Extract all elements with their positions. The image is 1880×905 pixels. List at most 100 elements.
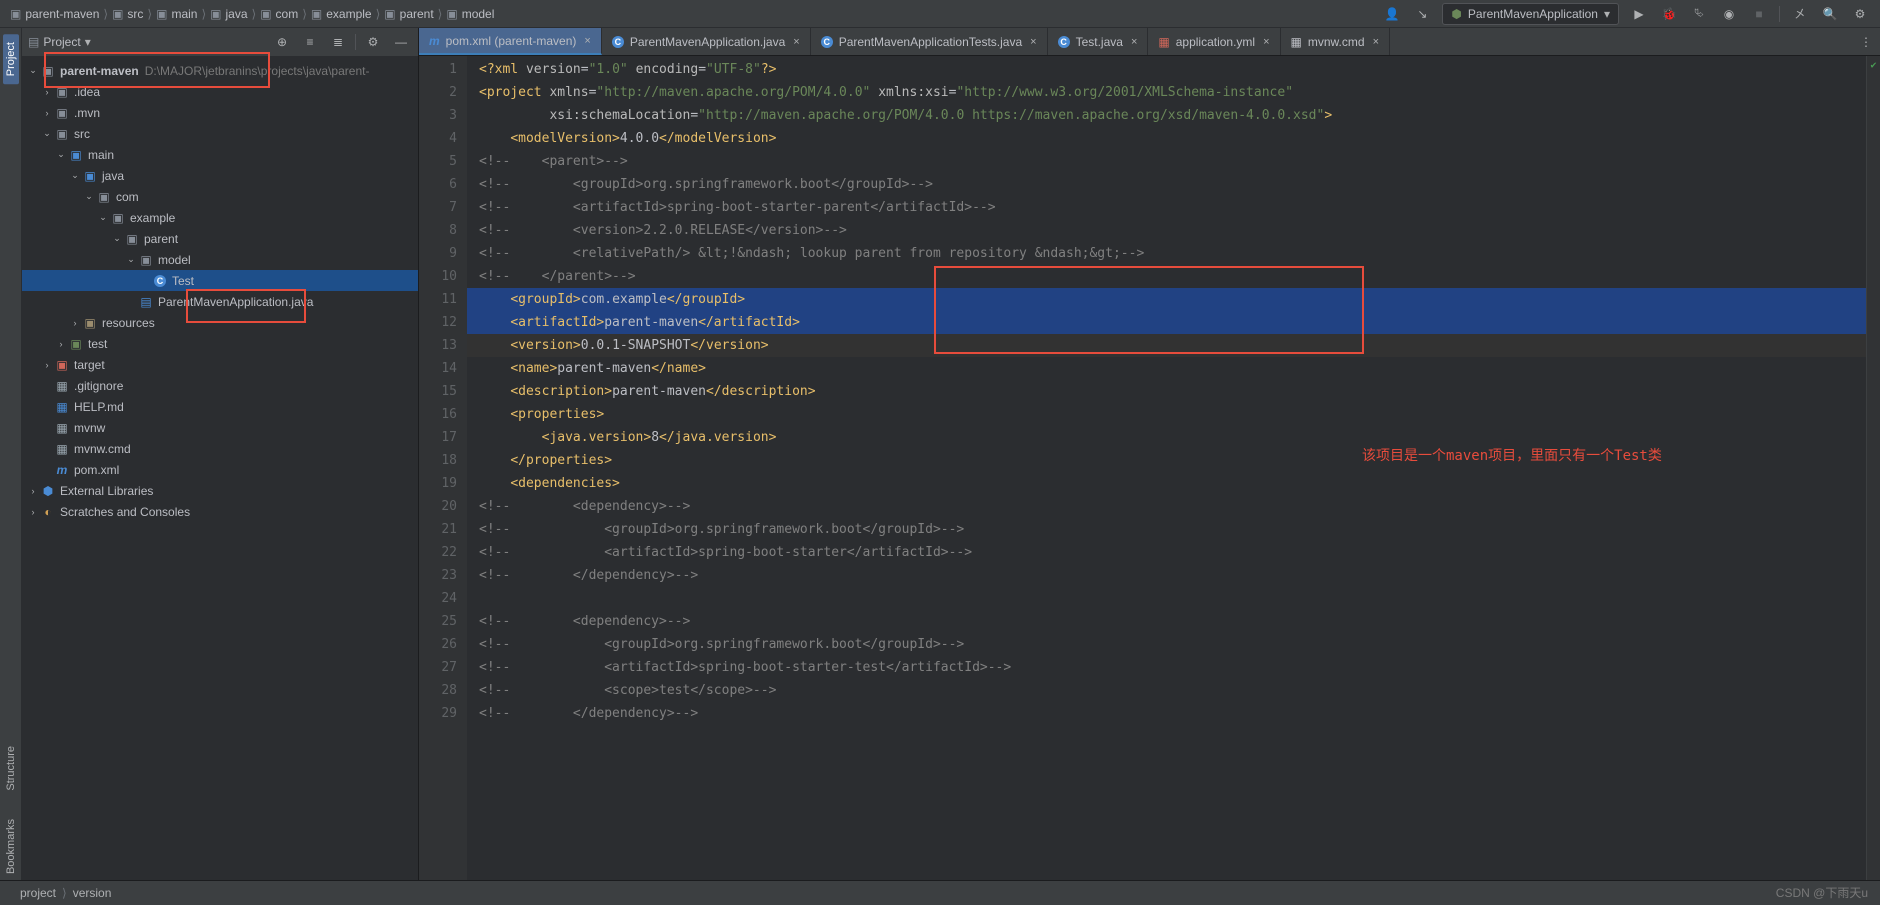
tree-node[interactable]: ▦HELP.md — [22, 396, 418, 417]
code-line[interactable]: <!-- <artifactId>spring-boot-starter</ar… — [467, 541, 1866, 564]
editor-tab[interactable]: mpom.xml (parent-maven)× — [419, 28, 602, 55]
editor-tabs: mpom.xml (parent-maven)×CParentMavenAppl… — [419, 28, 1880, 56]
editor-area: mpom.xml (parent-maven)×CParentMavenAppl… — [419, 28, 1880, 880]
tree-node[interactable]: mpom.xml — [22, 459, 418, 480]
tree-node[interactable]: ⌄▣src — [22, 123, 418, 144]
tree-node[interactable]: ›▣test — [22, 333, 418, 354]
breadcrumb-item[interactable]: ▣ example — [311, 7, 372, 21]
code-line[interactable]: <!-- <groupId>org.springframework.boot</… — [467, 173, 1866, 196]
code-line[interactable]: <!-- <artifactId>spring-boot-starter-tes… — [467, 656, 1866, 679]
tree-node[interactable]: ⌄▣main — [22, 144, 418, 165]
ok-indicator: ✔ — [1867, 60, 1880, 71]
line-number: 5 — [419, 150, 467, 173]
breadcrumb-item[interactable]: ▣ src — [112, 7, 143, 21]
line-number: 20 — [419, 495, 467, 518]
bookmarks-tool-tab[interactable]: Bookmarks — [5, 813, 17, 880]
expand-icon[interactable]: ≡ — [299, 31, 321, 53]
code-line[interactable] — [467, 587, 1866, 610]
code-line[interactable]: <!-- </dependency>--> — [467, 564, 1866, 587]
tree-node[interactable]: ▦.gitignore — [22, 375, 418, 396]
select-opened-icon[interactable]: ⊕ — [271, 31, 293, 53]
tree-node[interactable]: ⌄▣model — [22, 249, 418, 270]
code-line[interactable]: <!-- <dependency>--> — [467, 610, 1866, 633]
line-number: 6 — [419, 173, 467, 196]
tree-node[interactable]: ▦mvnw — [22, 417, 418, 438]
run-icon[interactable]: ▶ — [1629, 4, 1649, 24]
tree-node[interactable]: ▦mvnw.cmd — [22, 438, 418, 459]
project-tool-tab[interactable]: Project — [3, 34, 19, 84]
hide-icon[interactable]: — — [390, 31, 412, 53]
tree-node[interactable]: ⌄▣parent — [22, 228, 418, 249]
close-icon[interactable]: × — [1373, 36, 1379, 48]
user-icon[interactable]: 👤 — [1382, 4, 1402, 24]
line-number: 9 — [419, 242, 467, 265]
breadcrumb-item[interactable]: ▣ java — [210, 7, 247, 21]
settings-icon[interactable]: ⚙ — [362, 31, 384, 53]
breadcrumb-item[interactable]: ▣ main — [156, 7, 197, 21]
code-line[interactable]: <project xmlns="http://maven.apache.org/… — [467, 81, 1866, 104]
line-number: 26 — [419, 633, 467, 656]
code-editor[interactable]: 1234567891011121314151617181920212223242… — [419, 56, 1880, 880]
tree-node[interactable]: CTest — [22, 270, 418, 291]
tree-node[interactable]: ⌄▣example — [22, 207, 418, 228]
code-line[interactable]: xsi:schemaLocation="http://maven.apache.… — [467, 104, 1866, 127]
editor-tab[interactable]: CTest.java× — [1048, 28, 1149, 55]
code-line[interactable]: <!-- <scope>test</scope>--> — [467, 679, 1866, 702]
code-line[interactable]: <!-- <dependency>--> — [467, 495, 1866, 518]
editor-tab[interactable]: ▦application.yml× — [1148, 28, 1280, 55]
code-line[interactable]: <properties> — [467, 403, 1866, 426]
structure-tool-tab[interactable]: Structure — [5, 740, 17, 797]
profiler-icon[interactable]: ◉ — [1719, 4, 1739, 24]
code-line[interactable]: <!-- </parent>--> — [467, 265, 1866, 288]
line-number: 4 — [419, 127, 467, 150]
editor-tab[interactable]: ▦mvnw.cmd× — [1281, 28, 1390, 55]
code-line[interactable]: <dependencies> — [467, 472, 1866, 495]
tree-node[interactable]: ⌄▣com — [22, 186, 418, 207]
code-line[interactable]: <!-- <groupId>org.springframework.boot</… — [467, 633, 1866, 656]
debug-icon[interactable]: 🐞 — [1659, 4, 1679, 24]
code-line[interactable]: <?xml version="1.0" encoding="UTF-8"?> — [467, 58, 1866, 81]
close-icon[interactable]: × — [1263, 36, 1269, 48]
tree-node[interactable]: ⌄▣java — [22, 165, 418, 186]
code-line[interactable]: <description>parent-maven</description> — [467, 380, 1866, 403]
code-line[interactable]: <!-- <artifactId>spring-boot-starter-par… — [467, 196, 1866, 219]
line-number: 14 — [419, 357, 467, 380]
code-line[interactable]: <!-- <parent>--> — [467, 150, 1866, 173]
translate-icon[interactable]: 㐅 — [1790, 4, 1810, 24]
code-line[interactable]: <!-- <groupId>org.springframework.boot</… — [467, 518, 1866, 541]
code-line[interactable]: <name>parent-maven</name> — [467, 357, 1866, 380]
editor-tab[interactable]: CParentMavenApplication.java× — [602, 28, 811, 55]
stop-icon[interactable]: ■ — [1749, 4, 1769, 24]
code-line[interactable]: <groupId>com.example</groupId> — [467, 288, 1866, 311]
breadcrumb-item[interactable]: ▣ model — [446, 7, 494, 21]
code-line[interactable]: <!-- <relativePath/> &lt;!&ndash; lookup… — [467, 242, 1866, 265]
line-number: 18 — [419, 449, 467, 472]
collapse-icon[interactable]: ≣ — [327, 31, 349, 53]
tree-node[interactable]: ›▣.mvn — [22, 102, 418, 123]
run-config-selector[interactable]: ⬢ ParentMavenApplication ▾ — [1442, 3, 1619, 25]
code-line[interactable]: <!-- </dependency>--> — [467, 702, 1866, 725]
close-icon[interactable]: × — [793, 36, 799, 48]
breadcrumb-item[interactable]: ▣ com — [260, 7, 298, 21]
crumb-item[interactable]: project — [20, 886, 56, 900]
breadcrumb-item[interactable]: ▣ parent — [384, 7, 433, 21]
tree-node[interactable]: ›⬢External Libraries — [22, 480, 418, 501]
breadcrumb-item[interactable]: ▣ parent-maven — [10, 7, 99, 21]
gear-icon[interactable]: ⚙ — [1850, 4, 1870, 24]
tree-node[interactable]: ›◐Scratches and Consoles — [22, 501, 418, 522]
search-icon[interactable]: 🔍 — [1820, 4, 1840, 24]
more-tabs-icon[interactable]: ⋮ — [1860, 35, 1872, 49]
code-content[interactable]: <?xml version="1.0" encoding="UTF-8"?><p… — [467, 56, 1866, 880]
coverage-icon[interactable]: ⮱ — [1689, 4, 1709, 24]
close-icon[interactable]: × — [1131, 36, 1137, 48]
code-line[interactable]: <modelVersion>4.0.0</modelVersion> — [467, 127, 1866, 150]
close-icon[interactable]: × — [584, 35, 590, 47]
tree-node[interactable]: ›▣target — [22, 354, 418, 375]
code-line[interactable]: <!-- <version>2.2.0.RELEASE</version>--> — [467, 219, 1866, 242]
editor-tab[interactable]: CParentMavenApplicationTests.java× — [811, 28, 1048, 55]
close-icon[interactable]: × — [1030, 36, 1036, 48]
crumb-item[interactable]: version — [73, 886, 112, 900]
swap-icon[interactable]: ↘ — [1412, 4, 1432, 24]
code-line[interactable]: <artifactId>parent-maven</artifactId> — [467, 311, 1866, 334]
code-line[interactable]: <version>0.0.1-SNAPSHOT</version> — [467, 334, 1866, 357]
